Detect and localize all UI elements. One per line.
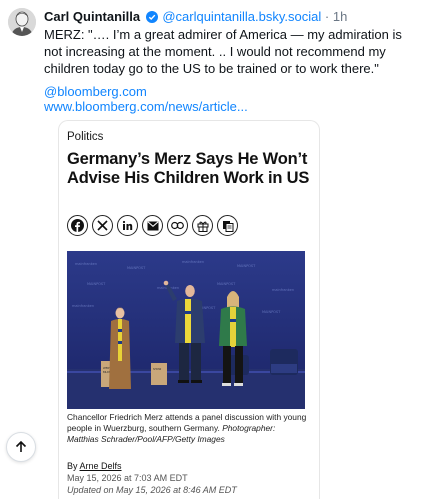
byline: By Arne Delfs	[67, 461, 122, 471]
scroll-to-top-button[interactable]	[6, 432, 36, 462]
svg-text:MAINPOST: MAINPOST	[127, 266, 146, 270]
post-text: MERZ: "…. I’m a great admirer of America…	[44, 27, 402, 76]
mention-link[interactable]: @bloomberg.com	[44, 84, 248, 99]
svg-text:MAINPOST: MAINPOST	[87, 282, 106, 286]
svg-text:mainfranken: mainfranken	[75, 262, 97, 266]
email-icon[interactable]	[142, 215, 163, 236]
svg-text:MAINPOST: MAINPOST	[217, 282, 236, 286]
svg-text:mainfranken: mainfranken	[182, 260, 204, 264]
post-time[interactable]: 1h	[333, 9, 347, 24]
svg-text:MAINPOST: MAINPOST	[237, 264, 256, 268]
share-buttons	[67, 215, 238, 236]
avatar[interactable]	[8, 8, 36, 36]
svg-text:mainfranken: mainfranken	[272, 288, 294, 292]
author-handle[interactable]: @carlquintanilla.bsky.social	[162, 9, 321, 24]
separator-dot: ·	[324, 9, 330, 24]
photo-caption: Chancellor Friedrich Merz attends a pane…	[67, 412, 307, 445]
facebook-icon[interactable]	[67, 215, 88, 236]
byline-author-link[interactable]: Arne Delfs	[80, 461, 122, 471]
article-url-link[interactable]: www.bloomberg.com/news/article...	[44, 99, 248, 114]
updated-date: Updated on May 15, 2026 at 8:46 AM EDT	[67, 485, 237, 495]
post-header: Carl Quintanilla @carlquintanilla.bsky.s…	[44, 9, 422, 27]
article-embed-card[interactable]: Politics Germany’s Merz Says He Won’t Ad…	[58, 120, 320, 499]
x-icon[interactable]	[92, 215, 113, 236]
gift-icon[interactable]	[192, 215, 213, 236]
verified-badge-icon	[145, 11, 158, 27]
article-headline[interactable]: Germany’s Merz Says He Won’t Advise His …	[67, 150, 315, 188]
copy-icon[interactable]	[217, 215, 238, 236]
byline-prefix: By	[67, 461, 80, 471]
link-icon[interactable]	[167, 215, 188, 236]
author-name[interactable]: Carl Quintanilla	[44, 9, 140, 24]
svg-text:MAINPOST: MAINPOST	[262, 310, 281, 314]
article-section: Politics	[67, 131, 104, 143]
arrow-up-icon	[15, 440, 27, 452]
article-photo[interactable]: mainfranken MAINPOST mainfranken MAINPOST M…	[67, 251, 305, 409]
post-links: @bloomberg.com www.bloomberg.com/news/ar…	[44, 84, 248, 114]
linkedin-icon[interactable]	[117, 215, 138, 236]
published-date: May 15, 2026 at 7:03 AM EDT	[67, 473, 188, 483]
svg-text:SHOW: SHOW	[153, 367, 162, 371]
svg-text:mainfranken: mainfranken	[72, 304, 94, 308]
